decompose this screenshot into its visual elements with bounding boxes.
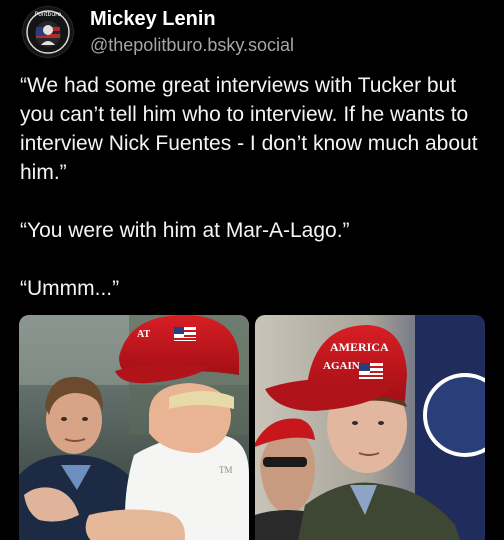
post-paragraph: “We had some great interviews with Tucke… bbox=[20, 74, 478, 184]
post-paragraph: “You were with him at Mar-A-Lago.” bbox=[20, 219, 350, 242]
photo-man-in-red-hat: AMERICA AGAIN bbox=[255, 315, 485, 540]
circular-badge-avatar-icon: Politburo bbox=[23, 7, 73, 57]
post-body: “We had some great interviews with Tucke… bbox=[20, 71, 490, 332]
post-image-left[interactable]: AT TM bbox=[19, 315, 249, 540]
hat-text-line2: AGAIN bbox=[323, 360, 360, 372]
post-image-grid: AT TM AMERICA AGAIN bbox=[19, 315, 485, 540]
hat-text: AT bbox=[137, 329, 150, 340]
post-image-right[interactable]: AMERICA AGAIN bbox=[255, 315, 485, 540]
hat-text-line1: AMERICA bbox=[330, 340, 389, 354]
post-header: Politburo Mickey Lenin @thepolitburo.bsk… bbox=[18, 2, 488, 66]
photo-tucker-and-trump: AT TM bbox=[19, 315, 249, 540]
author-handle[interactable]: @thepolitburo.bsky.social bbox=[90, 35, 294, 56]
author-display-name[interactable]: Mickey Lenin bbox=[90, 8, 216, 31]
avatar-ring-text: Politburo bbox=[35, 11, 62, 18]
post-paragraph: “Ummm...” bbox=[20, 277, 120, 300]
shirt-logo: TM bbox=[219, 465, 233, 475]
author-avatar[interactable]: Politburo bbox=[22, 6, 74, 58]
